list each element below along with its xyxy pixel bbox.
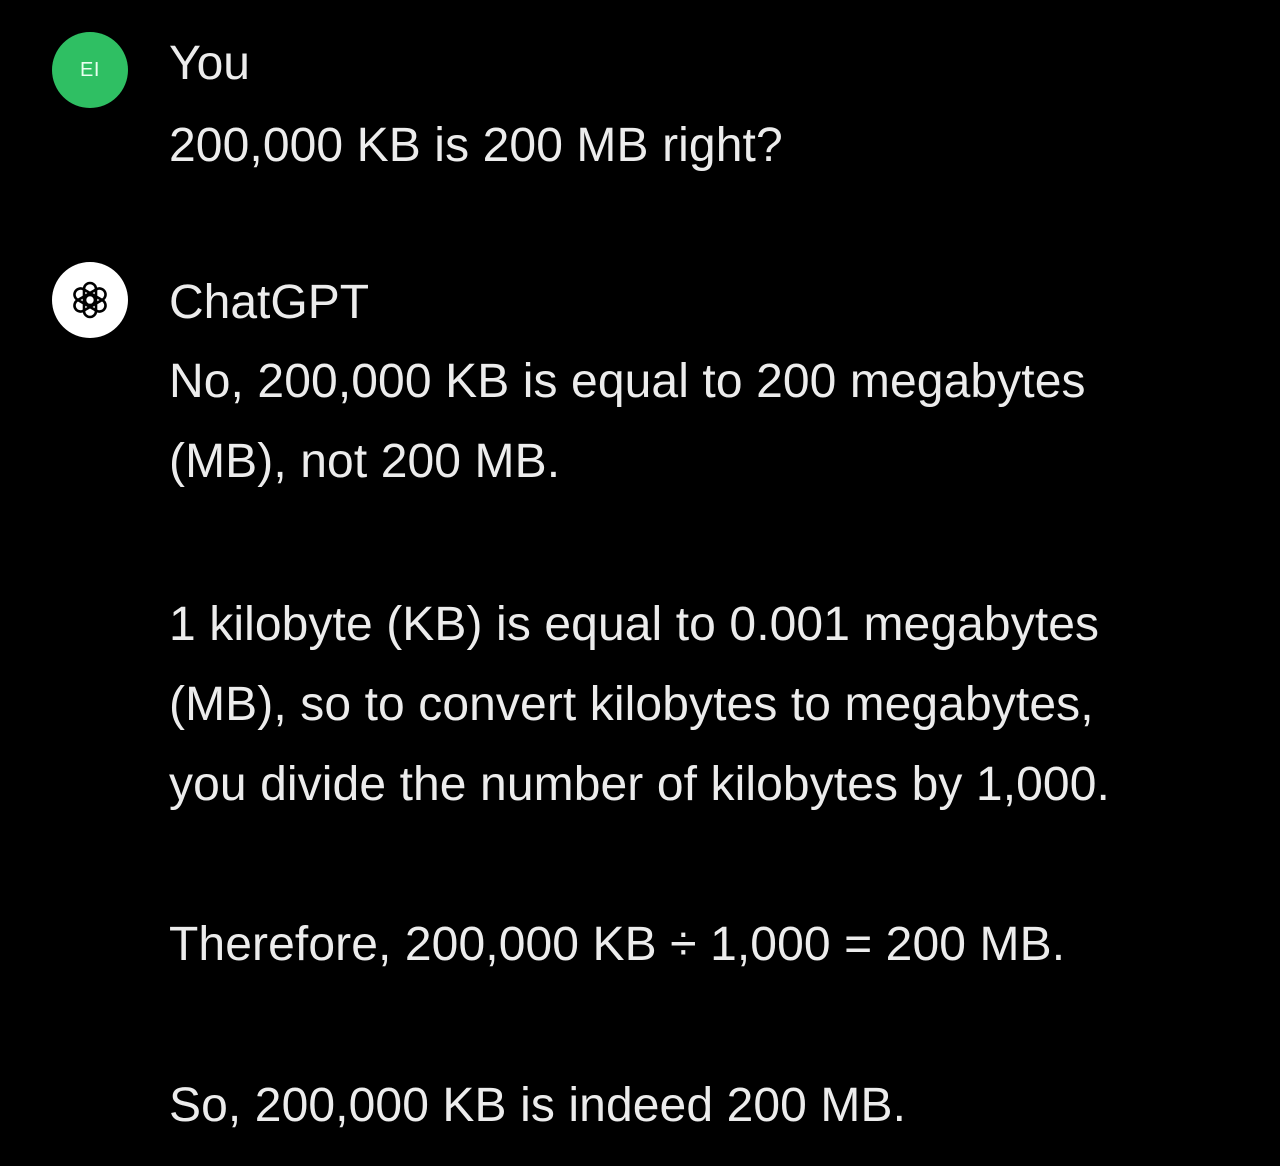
assistant-avatar	[52, 262, 128, 338]
assistant-text-line: No, 200,000 KB is equal to 200 megabytes	[169, 355, 1086, 408]
openai-logo-icon	[73, 281, 107, 319]
assistant-text-line: Therefore, 200,000 KB ÷ 1,000 = 200 MB.	[169, 918, 1066, 971]
assistant-text-line: you divide the number of kilobytes by 1,…	[169, 758, 1110, 811]
assistant-paragraph: 1 kilobyte (KB) is equal to 0.001 megaby…	[169, 585, 1110, 825]
assistant-paragraph: No, 200,000 KB is equal to 200 megabytes…	[169, 342, 1086, 502]
assistant-text-line: (MB), not 200 MB.	[169, 435, 561, 488]
assistant-paragraph: Therefore, 200,000 KB ÷ 1,000 = 200 MB.	[169, 905, 1065, 985]
assistant-text-line: (MB), so to convert kilobytes to megabyt…	[169, 678, 1094, 731]
assistant-message: ChatGPT No, 200,000 KB is equal to 200 m…	[0, 0, 1280, 1166]
assistant-author-name: ChatGPT	[169, 276, 370, 329]
assistant-text-line: 1 kilobyte (KB) is equal to 0.001 megaby…	[169, 598, 1100, 651]
assistant-paragraph: So, 200,000 KB is indeed 200 MB.	[169, 1066, 906, 1146]
assistant-text-line: So, 200,000 KB is indeed 200 MB.	[169, 1079, 907, 1132]
